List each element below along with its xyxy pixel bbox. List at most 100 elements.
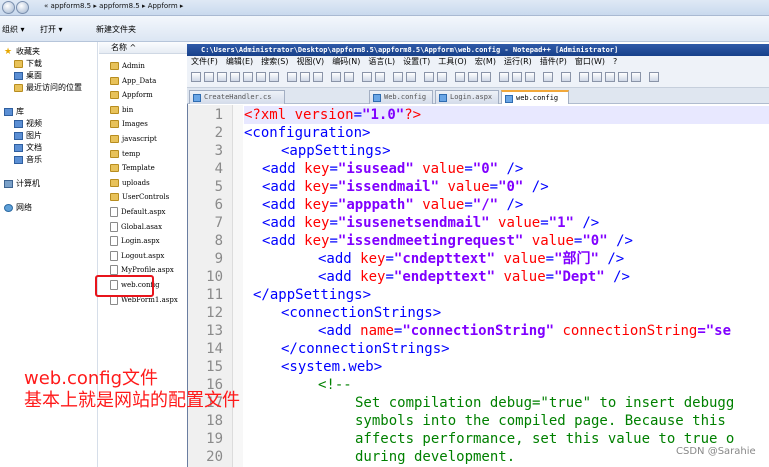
menu-encoding[interactable]: 编码(N): [332, 56, 360, 68]
menu-view[interactable]: 视图(V): [296, 56, 324, 68]
code-line-13[interactable]: <add name="connectionString" connectionS…: [318, 322, 731, 340]
code-line-17[interactable]: Set compilation debug="true" to insert d…: [355, 394, 734, 412]
nav-item-documents[interactable]: 文档: [14, 142, 42, 153]
file-item[interactable]: Admin: [110, 60, 145, 72]
sync-vertical-icon[interactable]: [424, 72, 434, 82]
monitoring-icon[interactable]: [561, 72, 571, 82]
menu-language[interactable]: 语言(L): [368, 56, 395, 68]
code-line-11[interactable]: </appSettings>: [253, 286, 371, 304]
save-macro-icon[interactable]: [631, 72, 641, 82]
print-icon[interactable]: [269, 72, 279, 82]
record-macro-icon[interactable]: [579, 72, 589, 82]
code-line-9[interactable]: <add key="cndepttext" value="部门" />: [318, 250, 624, 268]
replace-icon[interactable]: [375, 72, 385, 82]
nav-item-music[interactable]: 音乐: [14, 154, 42, 165]
word-wrap-icon[interactable]: [455, 72, 465, 82]
code-line-5[interactable]: <add key="issendmail" value="0" />: [262, 178, 549, 196]
name-column-header[interactable]: 名称 ^: [99, 42, 189, 54]
tab-login[interactable]: Login.aspx: [435, 90, 499, 104]
organize-button[interactable]: 组织 ▾: [2, 24, 25, 35]
file-item[interactable]: Login.aspx: [110, 235, 160, 247]
code-line-1[interactable]: <?xml version="1.0"?>: [244, 106, 421, 124]
file-item[interactable]: uploads: [110, 177, 150, 189]
file-item[interactable]: javascript: [110, 133, 157, 145]
forward-button[interactable]: [16, 1, 29, 14]
stop-macro-icon[interactable]: [592, 72, 602, 82]
file-item[interactable]: temp: [110, 148, 140, 160]
save-all-icon[interactable]: [230, 72, 240, 82]
file-item[interactable]: Appform: [110, 89, 153, 101]
nav-item-network[interactable]: 网络: [4, 202, 32, 213]
code-line-3[interactable]: <appSettings>: [281, 142, 391, 160]
menu-settings[interactable]: 设置(T): [403, 56, 430, 68]
file-item[interactable]: UserControls: [110, 191, 169, 203]
menu-macro[interactable]: 宏(M): [475, 56, 496, 68]
code-line-4[interactable]: <add key="isusead" value="0" />: [262, 160, 523, 178]
menu-file[interactable]: 文件(F): [191, 56, 218, 68]
file-item[interactable]: Logout.aspx: [110, 250, 164, 262]
zoom-in-icon[interactable]: [393, 72, 403, 82]
address-path[interactable]: « appform8.5 ▸ appform8.5 ▸ Appform ▸: [44, 2, 183, 14]
tab-createhandler[interactable]: CreateHandler.cs: [189, 90, 285, 104]
save-icon[interactable]: [217, 72, 227, 82]
nav-item-libraries[interactable]: 库: [4, 106, 24, 117]
function-list-icon[interactable]: [525, 72, 535, 82]
new-file-icon[interactable]: [191, 72, 201, 82]
aspx-file-icon: [110, 251, 118, 261]
code-line-6[interactable]: <add key="apppath" value="/" />: [262, 196, 523, 214]
nav-item-desktop[interactable]: 桌面: [14, 70, 42, 81]
copy-icon[interactable]: [300, 72, 310, 82]
find-icon[interactable]: [362, 72, 372, 82]
code-line-18[interactable]: symbols into the compiled page. Because …: [355, 412, 726, 430]
open-button[interactable]: 打开 ▾: [40, 24, 63, 35]
indent-guide-icon[interactable]: [481, 72, 491, 82]
show-all-chars-icon[interactable]: [468, 72, 478, 82]
folder-workspace-icon[interactable]: [543, 72, 553, 82]
play-macro-icon[interactable]: [605, 72, 615, 82]
nav-label: 音乐: [26, 155, 42, 164]
file-item[interactable]: bin: [110, 104, 133, 116]
new-folder-button[interactable]: 新建文件夹: [96, 24, 136, 35]
menu-tools[interactable]: 工具(O): [438, 56, 467, 68]
open-file-icon[interactable]: [204, 72, 214, 82]
doc-map-icon[interactable]: [512, 72, 522, 82]
code-line-7[interactable]: <add key="isusenetsendmail" value="1" />: [262, 214, 599, 232]
tab-web-config-active[interactable]: web.config: [501, 90, 569, 104]
code-line-20[interactable]: during development.: [355, 448, 515, 466]
undo-icon[interactable]: [331, 72, 341, 82]
menu-run[interactable]: 运行(R): [504, 56, 532, 68]
zoom-out-icon[interactable]: [406, 72, 416, 82]
nav-item-computer[interactable]: 计算机: [4, 178, 40, 189]
file-item[interactable]: App_Data: [110, 75, 156, 87]
tab-web-config-1[interactable]: Web.config: [369, 90, 433, 104]
cut-icon[interactable]: [287, 72, 297, 82]
nav-item-recent[interactable]: 最近访问的位置: [14, 82, 82, 93]
code-line-10[interactable]: <add key="endepttext" value="Dept" />: [318, 268, 630, 286]
menu-window[interactable]: 窗口(W): [575, 56, 605, 68]
back-button[interactable]: [2, 1, 15, 14]
spellcheck-icon[interactable]: [649, 72, 659, 82]
nav-item-favorites[interactable]: ★ 收藏夹: [4, 46, 40, 57]
file-item[interactable]: Images: [110, 118, 148, 130]
sync-horizontal-icon[interactable]: [437, 72, 447, 82]
nav-item-downloads[interactable]: 下载: [14, 58, 42, 69]
play-multiple-icon[interactable]: [618, 72, 628, 82]
code-line-8[interactable]: <add key="issendmeetingrequest" value="0…: [262, 232, 633, 250]
file-item[interactable]: Default.aspx: [110, 206, 166, 218]
code-line-2[interactable]: <configuration>: [244, 124, 370, 142]
nav-item-videos[interactable]: 视频: [14, 118, 42, 129]
code-line-14[interactable]: </connectionStrings>: [281, 340, 450, 358]
menu-help[interactable]: ?: [613, 56, 617, 68]
menu-search[interactable]: 搜索(S): [261, 56, 288, 68]
menu-plugins[interactable]: 插件(P): [540, 56, 567, 68]
file-item[interactable]: Template: [110, 162, 155, 174]
code-line-12[interactable]: <connectionStrings>: [281, 304, 441, 322]
paste-icon[interactable]: [313, 72, 323, 82]
redo-icon[interactable]: [344, 72, 354, 82]
close-all-icon[interactable]: [256, 72, 266, 82]
user-language-icon[interactable]: [499, 72, 509, 82]
file-item[interactable]: Global.asax: [110, 221, 162, 233]
close-icon[interactable]: [243, 72, 253, 82]
menu-edit[interactable]: 编辑(E): [226, 56, 253, 68]
nav-item-pictures[interactable]: 图片: [14, 130, 42, 141]
